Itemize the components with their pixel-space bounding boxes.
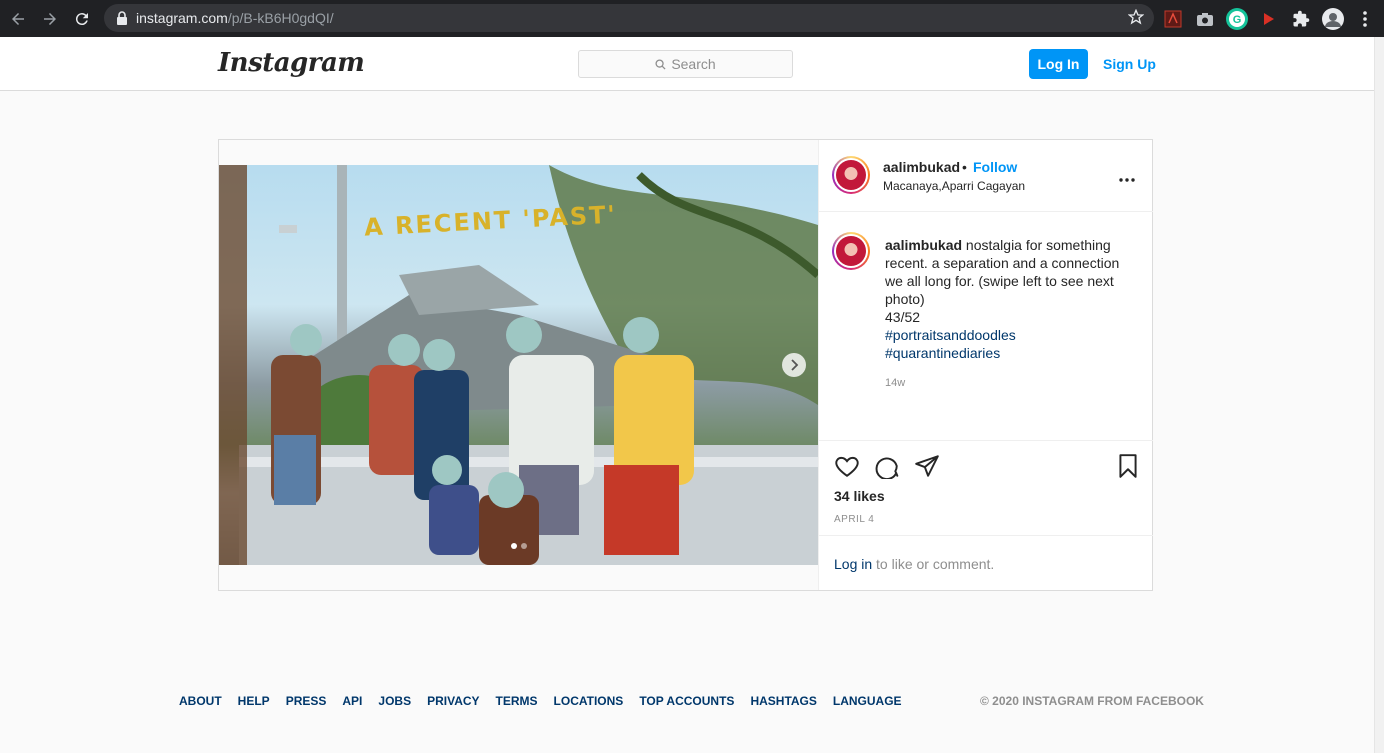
signup-link[interactable]: Sign Up	[1103, 56, 1156, 72]
instagram-logo[interactable]: Instagram	[218, 48, 365, 78]
comment-prompt-text: Log in to like or comment.	[834, 556, 994, 572]
search-input[interactable]: Search	[578, 50, 793, 78]
separator-dot: •	[962, 159, 967, 175]
footer-link-press[interactable]: PRESS	[286, 694, 327, 708]
footer-link-locations[interactable]: LOCATIONS	[554, 694, 624, 708]
lock-icon	[117, 11, 127, 25]
comment-icon[interactable]	[874, 453, 900, 479]
profile-avatar[interactable]	[1322, 7, 1344, 30]
footer-link-help[interactable]: HELP	[238, 694, 270, 708]
caption-count: 43/52	[885, 309, 921, 325]
url-path: /p/B-kB6H0gdQI/	[227, 10, 334, 26]
extensions-area: G	[1162, 0, 1376, 37]
browser-toolbar: instagram.com/p/B-kB6H0gdQI/ G	[0, 0, 1384, 37]
reload-icon	[75, 12, 88, 25]
post-caption: aalimbukad nostalgia for something recen…	[885, 236, 1135, 362]
bookmark-star-icon[interactable]	[1128, 9, 1144, 25]
footer-link-jobs[interactable]: JOBS	[378, 694, 411, 708]
follow-button[interactable]: Follow	[973, 159, 1017, 175]
more-options-icon[interactable]	[1119, 166, 1135, 187]
post-card: A RECENT 'PAST' aalimbukad • Follow Maca…	[218, 139, 1153, 591]
like-count[interactable]: 34 likes	[834, 488, 885, 504]
grammarly-extension-icon[interactable]: G	[1226, 7, 1248, 30]
puzzle-extensions-icon[interactable]	[1290, 8, 1312, 30]
share-icon[interactable]	[914, 453, 940, 479]
footer-link-hashtags[interactable]: HASHTAGS	[750, 694, 816, 708]
camera-extension-icon[interactable]	[1194, 8, 1216, 30]
arrow-left-icon	[12, 12, 24, 25]
next-photo-button[interactable]	[782, 353, 806, 377]
caption-avatar[interactable]	[832, 232, 870, 270]
post-date: APRIL 4	[834, 514, 875, 525]
post-media: A RECENT 'PAST'	[219, 140, 818, 590]
carousel-dots	[511, 543, 527, 549]
post-sidebar: aalimbukad • Follow Macanaya,Aparri Caga…	[818, 140, 1153, 590]
address-bar[interactable]: instagram.com/p/B-kB6H0gdQI/	[104, 4, 1154, 32]
hashtag-link[interactable]: #quarantinediaries	[885, 344, 1135, 362]
copyright-text: © 2020 INSTAGRAM FROM FACEBOOK	[980, 694, 1204, 708]
reload-button[interactable]	[66, 0, 98, 37]
red-extension-icon[interactable]	[1258, 8, 1280, 30]
search-placeholder: Search	[671, 56, 716, 72]
login-link[interactable]: Log in	[834, 556, 872, 572]
hashtag-link[interactable]: #portraitsanddoodles	[885, 326, 1135, 344]
caption-username[interactable]: aalimbukad	[885, 237, 962, 253]
save-bookmark-icon[interactable]	[1115, 453, 1141, 479]
chevron-right-icon	[791, 359, 799, 371]
forward-button[interactable]	[34, 0, 66, 37]
back-button[interactable]	[2, 0, 34, 37]
footer-link-privacy[interactable]: PRIVACY	[427, 694, 479, 708]
author-username[interactable]: aalimbukad	[883, 159, 960, 175]
footer-link-api[interactable]: API	[342, 694, 362, 708]
footer-link-language[interactable]: LANGUAGE	[833, 694, 902, 708]
post-photo[interactable]: A RECENT 'PAST'	[219, 165, 818, 565]
footer-links: ABOUT HELP PRESS API JOBS PRIVACY TERMS …	[179, 694, 902, 708]
footer-link-top-accounts[interactable]: TOP ACCOUNTS	[639, 694, 734, 708]
post-time-ago[interactable]: 14w	[885, 377, 905, 389]
footer-link-terms[interactable]: TERMS	[496, 694, 538, 708]
post-location[interactable]: Macanaya,Aparri Cagayan	[883, 179, 1025, 193]
url-host: instagram.com	[136, 10, 228, 26]
page-scrollbar[interactable]	[1374, 37, 1384, 753]
svg-text:G: G	[1233, 14, 1242, 26]
footer-link-about[interactable]: ABOUT	[179, 694, 222, 708]
comment-prompt-rest: to like or comment.	[872, 556, 995, 572]
comment-prompt: Log in to like or comment.	[819, 535, 1153, 590]
instagram-header: Instagram Search Log In Sign Up	[0, 37, 1374, 91]
post-header: aalimbukad • Follow Macanaya,Aparri Caga…	[819, 140, 1153, 212]
like-heart-icon[interactable]	[834, 453, 860, 479]
post-actions: 34 likes APRIL 4	[819, 440, 1153, 535]
login-button[interactable]: Log In	[1029, 49, 1088, 79]
pdf-extension-icon[interactable]	[1162, 8, 1184, 30]
browser-menu-icon[interactable]	[1354, 8, 1376, 30]
carousel-dot	[521, 543, 527, 549]
search-icon	[655, 58, 666, 70]
arrow-right-icon	[44, 12, 56, 25]
author-avatar[interactable]	[832, 156, 870, 194]
carousel-dot-active	[511, 543, 517, 549]
